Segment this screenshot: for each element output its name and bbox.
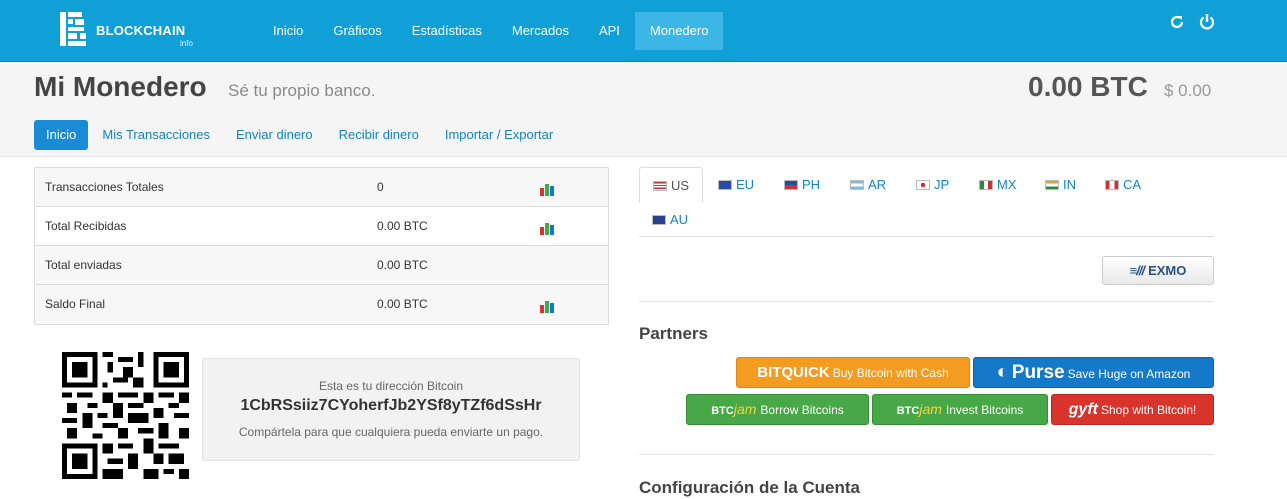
power-icon[interactable] — [1197, 12, 1217, 32]
tab-importar-exportar[interactable]: Importar / Exportar — [433, 120, 565, 150]
qr-code — [62, 352, 189, 479]
nav-monedero[interactable]: Monedero — [634, 12, 724, 50]
bitcoin-address-box: Esta es tu dirección Bitcoin 1CbRSsiiz7C… — [202, 358, 580, 461]
bar-chart-icon[interactable] — [540, 299, 556, 313]
ar-flag-icon — [850, 180, 864, 190]
btcjam-invest-button[interactable]: BTCjam Invest Bitcoins — [872, 394, 1048, 425]
exmo-button[interactable]: ≡///EXMO — [1102, 256, 1214, 285]
currency-tabs: US EU PH AR JP MX IN CA AU — [639, 167, 1214, 237]
tab-currency-au[interactable]: AU — [639, 202, 688, 237]
row-value: 0.00 BTC — [377, 219, 428, 233]
row-value: 0 — [377, 180, 384, 194]
purse-logo: ◐ — [996, 361, 1009, 383]
blockchain-logo[interactable]: BLOCKCHAIN info — [58, 10, 208, 52]
row-label: Transacciones Totales — [45, 180, 164, 194]
tab-currency-mx[interactable]: MX — [966, 167, 1017, 202]
page-title: Mi Monedero — [34, 71, 207, 102]
tab-currency-us[interactable]: US — [639, 167, 703, 203]
blockchain-logo-icon — [60, 12, 86, 46]
nav-api[interactable]: API — [584, 12, 635, 50]
bar-chart-icon[interactable] — [540, 182, 556, 196]
table-row: Saldo Final 0.00 BTC — [35, 285, 608, 324]
nav-icons — [1167, 12, 1217, 32]
btcjam-logo: BTC — [896, 405, 920, 417]
table-row: Total Recibidas 0.00 BTC — [35, 207, 608, 246]
bitcoin-address[interactable]: 1CbRSsiiz7CYoherfJb2YSf8yTZf6dSsHr — [203, 397, 579, 415]
table-row: Total enviadas 0.00 BTC — [35, 246, 608, 285]
wallet-tabs: Inicio Mis Transacciones Enviar dinero R… — [34, 120, 567, 150]
row-label: Total enviadas — [45, 258, 122, 272]
divider — [639, 454, 1214, 455]
top-navbar: BLOCKCHAIN info Inicio Gráficos Estadíst… — [0, 0, 1287, 62]
address-intro: Esta es tu dirección Bitcoin — [318, 379, 464, 393]
balance-usd[interactable]: $ 0.00 — [1164, 81, 1211, 101]
tab-currency-eu[interactable]: EU — [705, 167, 754, 202]
address-share-hint: Compártela para que cualquiera pueda env… — [238, 425, 544, 439]
nav-mercados[interactable]: Mercados — [497, 12, 584, 50]
nav-inicio[interactable]: Inicio — [258, 12, 318, 50]
eu-flag-icon — [718, 180, 732, 190]
refresh-icon[interactable] — [1167, 12, 1187, 32]
brand-sub: info — [180, 39, 193, 48]
row-value: 0.00 BTC — [377, 297, 428, 311]
btcjam-borrow-button[interactable]: BTCjam Borrow Bitcoins — [686, 394, 869, 425]
nav-estadisticas[interactable]: Estadísticas — [397, 12, 497, 50]
ca-flag-icon — [1105, 180, 1119, 190]
tab-currency-in[interactable]: IN — [1032, 167, 1076, 202]
mx-flag-icon — [979, 180, 993, 190]
tab-currency-ar[interactable]: AR — [837, 167, 886, 202]
jp-flag-icon — [916, 180, 930, 190]
summary-table: Transacciones Totales 0 Total Recibidas … — [34, 167, 609, 325]
tab-mis-transacciones[interactable]: Mis Transacciones — [90, 120, 222, 150]
tab-currency-ph[interactable]: PH — [771, 167, 820, 202]
row-value: 0.00 BTC — [377, 258, 428, 272]
table-row: Transacciones Totales 0 — [35, 168, 608, 207]
us-flag-icon — [653, 181, 667, 191]
row-label: Total Recibidas — [45, 219, 127, 233]
nav-graficos[interactable]: Gráficos — [318, 12, 396, 50]
exmo-logo-icon: ≡/// — [1129, 263, 1145, 278]
tab-currency-jp[interactable]: JP — [903, 167, 949, 202]
bar-chart-icon[interactable] — [540, 221, 556, 235]
divider — [639, 301, 1214, 302]
row-label: Saldo Final — [45, 297, 106, 311]
partners-heading: Partners — [639, 324, 708, 343]
gyft-button[interactable]: gyft Shop with Bitcoin! — [1051, 394, 1214, 425]
in-flag-icon — [1045, 180, 1059, 190]
bitquick-logo: BITQUICK — [757, 364, 830, 381]
tab-enviar-dinero[interactable]: Enviar dinero — [224, 120, 325, 150]
wallet-header: Mi Monedero Sé tu propio banco. 0.00 BTC… — [0, 62, 1287, 157]
gyft-logo: gyft — [1068, 401, 1098, 418]
purse-button[interactable]: ◐ Purse Save Huge on Amazon — [973, 357, 1214, 388]
au-flag-icon — [652, 215, 666, 225]
tab-recibir-dinero[interactable]: Recibir dinero — [327, 120, 431, 150]
balance-btc[interactable]: 0.00 BTC — [1028, 71, 1148, 103]
tab-currency-ca[interactable]: CA — [1092, 167, 1141, 202]
ph-flag-icon — [784, 180, 798, 190]
brand-name: BLOCKCHAIN — [96, 23, 186, 38]
main-nav: Inicio Gráficos Estadísticas Mercados AP… — [258, 12, 724, 50]
btcjam-logo: BTC — [711, 405, 734, 417]
account-settings-heading: Configuración de la Cuenta — [639, 478, 861, 497]
page-subtitle: Sé tu propio banco. — [228, 81, 376, 100]
bitquick-button[interactable]: BITQUICK Buy Bitcoin with Cash — [736, 357, 970, 388]
tab-inicio[interactable]: Inicio — [34, 120, 89, 150]
